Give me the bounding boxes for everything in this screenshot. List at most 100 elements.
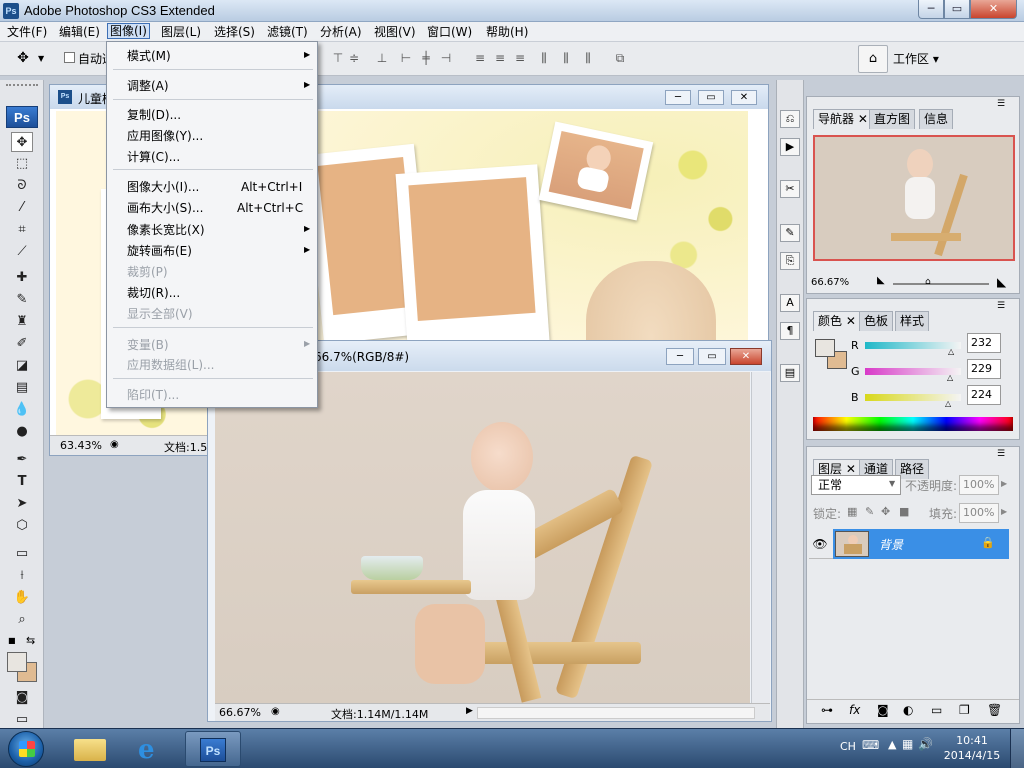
swap-colors-icon[interactable]: ⇆: [26, 634, 35, 647]
navigator-thumbnail[interactable]: [813, 135, 1015, 261]
layer-comps-panel-icon[interactable]: ▤: [780, 364, 800, 382]
tab-histogram[interactable]: 直方图: [869, 109, 916, 129]
menu-item-apply-image[interactable]: 应用图像(Y)...: [127, 128, 203, 144]
photoshop-app-icon[interactable]: Ps: [3, 3, 19, 19]
blend-mode-select[interactable]: 正常: [811, 475, 901, 495]
keyboard-icon[interactable]: ⌨: [862, 738, 879, 752]
taskbar-explorer[interactable]: [62, 731, 118, 767]
menu-layer[interactable]: 图层(L): [159, 24, 203, 40]
workspace-button[interactable]: 工作区 ▾: [893, 48, 939, 70]
color-panel-fg-swatch[interactable]: [815, 339, 835, 357]
maximize-button[interactable]: ▭: [944, 0, 970, 19]
hand-tool-icon[interactable]: ✋: [11, 588, 33, 608]
eye-icon[interactable]: 👁: [811, 535, 829, 553]
input-method[interactable]: CH: [840, 740, 856, 753]
menu-view[interactable]: 视图(V): [372, 24, 418, 40]
taskbar-ie[interactable]: e: [124, 731, 180, 767]
menu-help[interactable]: 帮助(H): [484, 24, 530, 40]
layer-style-icon[interactable]: fx: [849, 703, 860, 717]
channel-g-input[interactable]: 229: [967, 359, 1001, 379]
slider-thumb[interactable]: △: [947, 373, 953, 382]
menu-item-duplicate[interactable]: 复制(D)...: [127, 107, 181, 123]
distribute-vcenter-icon[interactable]: ≡: [492, 51, 508, 65]
eyedropper-tool-icon[interactable]: ⟊: [11, 566, 33, 586]
healing-brush-tool-icon[interactable]: ✚: [11, 268, 33, 288]
slice-tool-icon[interactable]: ⟋: [11, 242, 33, 262]
doc1-maximize-button[interactable]: ▭: [698, 90, 724, 105]
link-layers-icon[interactable]: ⊶: [821, 703, 833, 717]
zoom-tool-icon[interactable]: ⌕: [11, 610, 33, 630]
align-vcenter-icon[interactable]: ≑: [346, 51, 362, 65]
fill-input[interactable]: 100%: [959, 503, 999, 523]
distribute-hcenter-icon[interactable]: ⫼: [558, 51, 574, 65]
opacity-input[interactable]: 100%: [959, 475, 999, 495]
type-tool-icon[interactable]: T: [11, 472, 33, 492]
menu-item-trim[interactable]: 裁切(R)...: [127, 285, 180, 301]
layer-mask-icon[interactable]: ◙: [877, 703, 889, 717]
distribute-top-icon[interactable]: ≡: [472, 51, 488, 65]
menu-analysis[interactable]: 分析(A): [318, 24, 364, 40]
lasso-tool-icon[interactable]: ᘐ: [11, 176, 33, 196]
distribute-left-icon[interactable]: ⫼: [536, 51, 552, 65]
channel-r-slider[interactable]: [865, 342, 961, 349]
lock-transparency-icon[interactable]: ▦: [847, 505, 857, 518]
foreground-color-swatch[interactable]: [7, 652, 27, 672]
bridge-button[interactable]: ⌂: [858, 45, 888, 73]
gradient-tool-icon[interactable]: ▤: [11, 378, 33, 398]
move-tool-preset-icon[interactable]: ✥: [12, 50, 34, 70]
minimize-button[interactable]: ─: [918, 0, 944, 19]
menu-item-rotate-canvas[interactable]: 旋转画布(E): [127, 243, 192, 259]
doc1-minimize-button[interactable]: ─: [665, 90, 691, 105]
notes-tool-icon[interactable]: ▭: [11, 544, 33, 564]
doc2-minimize-button[interactable]: ─: [666, 348, 694, 365]
brushes-panel-icon[interactable]: ✎: [780, 224, 800, 242]
status-arrow-icon[interactable]: ▶: [466, 706, 473, 716]
toolbox-grip[interactable]: [6, 84, 38, 90]
delete-layer-icon[interactable]: 🗑: [987, 703, 1002, 717]
status-menu-icon[interactable]: ◉: [110, 439, 119, 450]
clone-stamp-tool-icon[interactable]: ♜: [11, 312, 33, 332]
distribute-right-icon[interactable]: ⫼: [580, 51, 596, 65]
screen-mode-icon[interactable]: ▭: [11, 710, 33, 730]
shape-tool-icon[interactable]: ⬡: [11, 516, 33, 536]
navigator-zoom-slider[interactable]: [893, 283, 989, 285]
taskbar-photoshop[interactable]: Ps: [185, 731, 241, 767]
doc2-maximize-button[interactable]: ▭: [698, 348, 726, 365]
align-left-icon[interactable]: ⊢: [398, 51, 414, 65]
layer-name[interactable]: 背景: [879, 536, 903, 553]
tab-color[interactable]: 颜色 ✕: [813, 311, 861, 331]
history-brush-tool-icon[interactable]: ✐: [11, 334, 33, 354]
chevron-down-icon[interactable]: ▼: [38, 54, 44, 63]
brush-tool-icon[interactable]: ✎: [11, 290, 33, 310]
lock-image-icon[interactable]: ✎: [865, 505, 874, 518]
menu-select[interactable]: 选择(S): [212, 24, 257, 40]
doc2-vertical-scrollbar[interactable]: [751, 372, 770, 703]
close-button[interactable]: ✕: [970, 0, 1017, 19]
zoom-out-icon[interactable]: ◣: [877, 275, 885, 286]
actions-panel-icon[interactable]: ▶: [780, 138, 800, 156]
crop-tool-icon[interactable]: ⌗: [11, 220, 33, 240]
doc2-canvas[interactable]: [215, 372, 750, 703]
show-desktop-button[interactable]: [1010, 729, 1024, 768]
tray-clock[interactable]: 10:41 2014/4/15: [940, 733, 1004, 763]
doc2-zoom-level[interactable]: 66.67%: [219, 706, 261, 719]
tab-styles[interactable]: 样式: [895, 311, 930, 331]
panel-menu-icon[interactable]: ☰: [997, 99, 1005, 109]
chevron-down-icon[interactable]: ▼: [889, 479, 895, 488]
auto-select-checkbox[interactable]: [64, 52, 75, 63]
paragraph-panel-icon[interactable]: ¶: [780, 322, 800, 340]
menu-file[interactable]: 文件(F): [5, 24, 49, 40]
tray-arrow-icon[interactable]: ▲: [888, 738, 896, 751]
menu-item-calculations[interactable]: 计算(C)...: [127, 149, 180, 165]
move-tool-icon[interactable]: ✥: [11, 132, 33, 152]
menu-filter[interactable]: 滤镜(T): [265, 24, 310, 40]
auto-align-icon[interactable]: ⧉: [612, 51, 628, 65]
menu-edit[interactable]: 编辑(E): [57, 24, 102, 40]
adjustment-layer-icon[interactable]: ◐: [903, 703, 913, 717]
align-top-icon[interactable]: ⊤: [330, 51, 346, 65]
tab-navigator[interactable]: 导航器 ✕: [813, 109, 873, 129]
distribute-bottom-icon[interactable]: ≡: [512, 51, 528, 65]
menu-item-pixel-aspect-ratio[interactable]: 像素长宽比(X): [127, 222, 205, 238]
menu-item-image-size[interactable]: 图像大小(I)...: [127, 179, 199, 195]
new-layer-icon[interactable]: ❐: [959, 703, 970, 717]
